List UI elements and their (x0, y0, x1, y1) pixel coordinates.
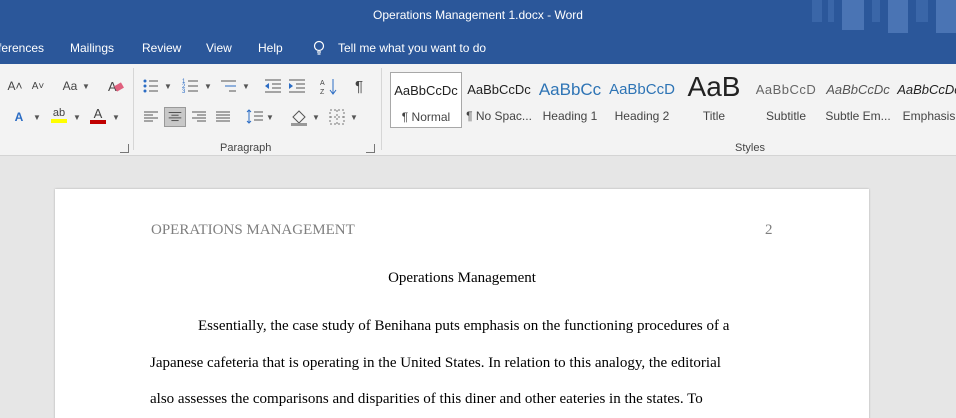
svg-text:Z: Z (320, 89, 325, 96)
style-sample: AaBbCcDc (467, 82, 531, 97)
style-sample: AaBbCcDc (394, 83, 458, 98)
grow-font-button[interactable]: A˄ (4, 76, 26, 96)
style-sample: AaBbCcD (609, 81, 675, 98)
bullets-icon[interactable] (140, 76, 162, 96)
window-title: Operations Management 1.docx - Word (373, 8, 583, 22)
style-sample: AaBbCc (538, 80, 602, 99)
borders-icon[interactable] (326, 107, 348, 127)
style-name: Subtitle (765, 109, 807, 123)
body-text-line: Essentially, the case study of Benihana … (198, 318, 730, 334)
svg-text:3: 3 (182, 89, 186, 95)
font-color-swatch (90, 119, 106, 124)
style-name: ¶ Normal (401, 110, 451, 124)
shading-icon[interactable] (288, 107, 310, 127)
chevron-down-icon: ▼ (350, 113, 358, 122)
lightbulb-icon (313, 40, 325, 55)
style-subtitle[interactable]: AaBbCcD Subtitle (750, 72, 822, 128)
group-separator (133, 68, 134, 150)
style-name: Heading 2 (614, 109, 670, 123)
pilcrow-icon: ¶ (354, 77, 364, 95)
ribbon-tabs: ferences Mailings Review View Help Tell … (0, 33, 956, 64)
paragraph-group-label: Paragraph (220, 142, 272, 154)
change-case-button[interactable]: Aa (56, 76, 84, 96)
document-page[interactable]: OPERATIONS MANAGEMENT 2 Operations Manag… (55, 189, 869, 418)
chevron-down-icon: ▼ (73, 113, 81, 122)
tell-me-search[interactable]: Tell me what you want to do (338, 41, 486, 55)
shrink-font-label: A˅ (31, 80, 45, 92)
font-color-button[interactable]: A (87, 105, 109, 125)
style-name: Subtle Em... (825, 109, 891, 123)
line-spacing-icon[interactable] (244, 107, 266, 127)
tab-help[interactable]: Help (258, 41, 283, 55)
styles-group-label: Styles (735, 142, 765, 154)
group-separator (381, 68, 382, 150)
change-case-label: Aa (62, 79, 78, 93)
style-no-spacing[interactable]: AaBbCcDc ¶ No Spac... (463, 72, 535, 128)
svg-text:A: A (320, 80, 325, 87)
decrease-indent-icon[interactable] (262, 76, 284, 96)
body-text-line: also assesses the comparisons and dispar… (150, 391, 703, 407)
chevron-down-icon: ▼ (112, 113, 120, 122)
style-name: Heading 1 (542, 109, 598, 123)
chevron-down-icon: ▼ (266, 113, 274, 122)
highlight-button[interactable]: ab (48, 105, 70, 125)
style-title[interactable]: AaB Title (678, 72, 750, 128)
style-heading-2[interactable]: AaBbCcD Heading 2 (606, 72, 678, 128)
style-name: Emphasis (902, 109, 956, 123)
paragraph-dialog-launcher[interactable] (366, 144, 375, 153)
highlight-swatch (51, 119, 67, 123)
document-title: Operations Management (388, 270, 536, 286)
chevron-down-icon: ▼ (204, 82, 212, 91)
chevron-down-icon: ▼ (82, 82, 90, 91)
style-name: ¶ No Spac... (466, 109, 532, 123)
page-number: 2 (765, 222, 773, 238)
chevron-down-icon: ▼ (164, 82, 172, 91)
style-emphasis[interactable]: AaBbCcDc Emphasis (894, 72, 956, 128)
tab-mailings[interactable]: Mailings (70, 41, 114, 55)
highlight-label: ab (52, 107, 66, 119)
tab-references[interactable]: ferences (0, 41, 44, 55)
style-sample: AaBbCcDc (826, 82, 890, 97)
justify-icon[interactable] (212, 107, 234, 127)
body-text-line: Japanese cafeteria that is operating in … (150, 355, 721, 371)
chevron-down-icon: ▼ (312, 113, 320, 122)
increase-indent-icon[interactable] (286, 76, 308, 96)
title-bar: Operations Management 1.docx - Word (0, 0, 956, 33)
numbering-icon[interactable]: 1 2 3 (180, 76, 202, 96)
align-left-icon[interactable] (140, 107, 162, 127)
text-effects-label: A (14, 110, 24, 124)
align-right-icon[interactable] (188, 107, 210, 127)
grow-font-label: A˄ (7, 79, 23, 93)
chevron-down-icon: ▼ (242, 82, 250, 91)
style-name: Title (702, 109, 726, 123)
style-sample: AaBbCcD (755, 82, 817, 97)
style-subtle-emphasis[interactable]: AaBbCcDc Subtle Em... (822, 72, 894, 128)
text-effects-button[interactable]: A (8, 107, 30, 127)
align-center-icon[interactable] (164, 107, 186, 127)
font-color-label: A (93, 105, 103, 121)
style-sample: AaB (687, 72, 741, 102)
running-header: OPERATIONS MANAGEMENT (151, 222, 355, 238)
show-formatting-marks-button[interactable]: ¶ (348, 76, 370, 96)
tab-review[interactable]: Review (142, 41, 181, 55)
tab-view[interactable]: View (206, 41, 232, 55)
shrink-font-button[interactable]: A˅ (27, 76, 49, 96)
sort-icon[interactable]: AZ (318, 76, 340, 96)
style-sample: AaBbCcDc (897, 82, 956, 97)
clear-formatting-icon[interactable]: A (104, 76, 126, 96)
style-normal[interactable]: AaBbCcDc ¶ Normal (390, 72, 462, 128)
ribbon: A˄ A˅ Aa ▼ A A ▼ ab ▼ A ▼ ▼ 1 2 3 ▼ ▼ A … (0, 64, 956, 156)
multilevel-list-icon[interactable] (218, 76, 240, 96)
style-heading-1[interactable]: AaBbCc Heading 1 (534, 72, 606, 128)
chevron-down-icon: ▼ (33, 113, 41, 122)
font-dialog-launcher[interactable] (120, 144, 129, 153)
